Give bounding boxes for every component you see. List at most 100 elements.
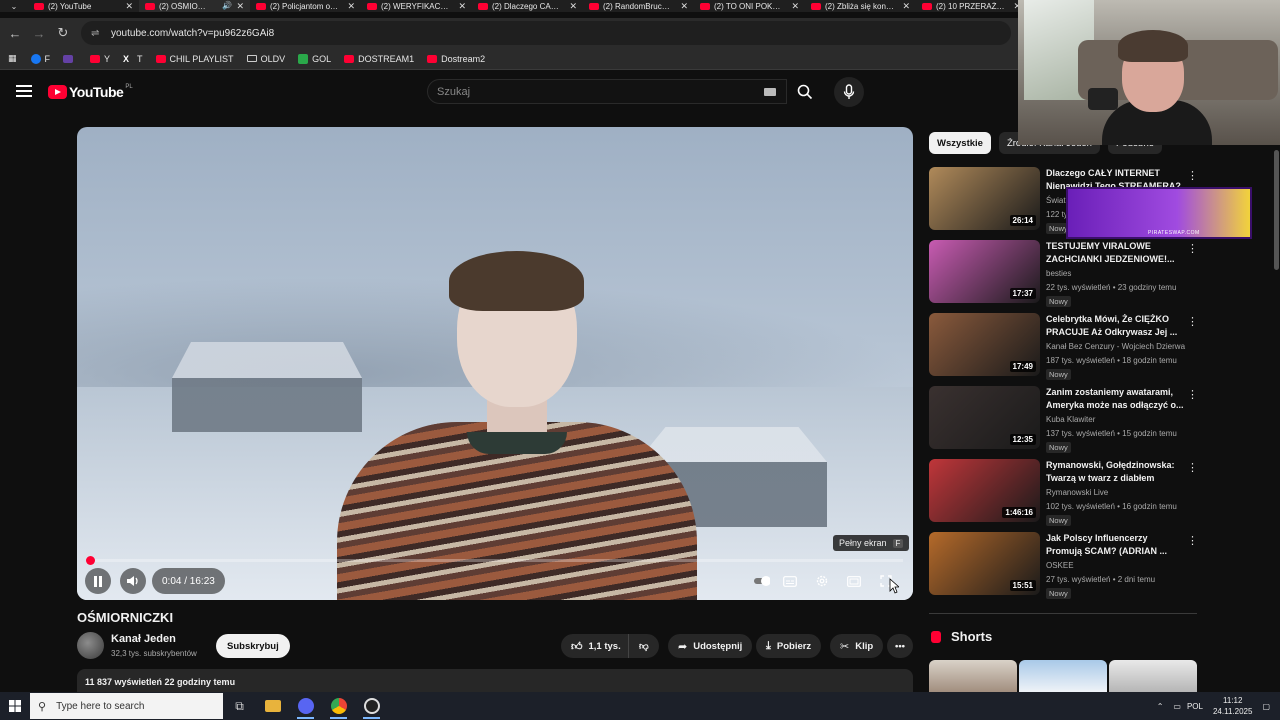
task-view-icon[interactable]: ⧉ xyxy=(223,692,256,720)
chrome-app-icon[interactable] xyxy=(322,692,355,720)
voice-search-button[interactable] xyxy=(834,77,864,107)
chip-all[interactable]: Wszystkie xyxy=(929,132,991,154)
more-vertical-icon[interactable]: ⋮ xyxy=(1187,461,1198,474)
site-info-icon[interactable]: ⇌ xyxy=(91,28,105,39)
video-thumbnail[interactable]: 15:51 xyxy=(929,532,1040,595)
recommendation-item[interactable]: 17:49 Celebrytka Mówi, Że CIĘŻKO PRACUJE … xyxy=(929,313,1199,380)
recommendation-channel[interactable]: Świat xyxy=(1046,196,1066,205)
volume-button[interactable] xyxy=(120,568,146,594)
bookmark-chil-playlist[interactable]: CHIL PLAYLIST xyxy=(155,54,234,64)
reload-icon[interactable]: ↻ xyxy=(51,21,75,45)
video-thumbnail[interactable]: 17:49 xyxy=(929,313,1040,376)
audio-playing-icon[interactable]: 🔊 xyxy=(222,0,232,12)
close-tab-icon[interactable]: ✕ xyxy=(347,0,355,12)
taskbar-search-input[interactable]: ⚲ Type here to search xyxy=(30,693,223,719)
recommendation-title[interactable]: Celebrytka Mówi, Że CIĘŻKO PRACUJE Aż Od… xyxy=(1046,313,1184,339)
short-thumbnail[interactable] xyxy=(1109,660,1197,693)
browser-tab-active[interactable]: (2) OŚMIORNICZKI🔊✕ xyxy=(139,0,250,12)
more-vertical-icon[interactable]: ⋮ xyxy=(1187,169,1198,182)
video-player[interactable] xyxy=(77,127,913,600)
clock[interactable]: 11:12 24.11.2025 xyxy=(1213,695,1252,717)
recommendation-title[interactable]: TESTUJEMY VIRALOWE ZACHCIANKI JEDZENIOWE… xyxy=(1046,240,1184,266)
recommendation-item[interactable]: 12:35 Zanim zostaniemy awatarami, Ameryka… xyxy=(929,386,1199,453)
browser-tab[interactable]: (2) Policjantom o… ✕ xyxy=(250,0,361,12)
recommendation-channel[interactable]: Rymanowski Live xyxy=(1046,488,1108,497)
video-thumbnail[interactable]: 1:46:16 xyxy=(929,459,1040,522)
close-tab-icon[interactable]: ✕ xyxy=(902,0,910,12)
recommendation-title[interactable]: Zanim zostaniemy awatarami, Ameryka może… xyxy=(1046,386,1184,412)
obs-app-icon[interactable] xyxy=(355,692,388,720)
close-tab-icon[interactable]: ✕ xyxy=(680,0,688,12)
recommendation-item[interactable]: 15:51 Jak Polscy Influencerzy Promują SCA… xyxy=(929,532,1199,599)
bookmark-f[interactable]: F xyxy=(30,53,50,64)
browser-tab[interactable]: (2) Zbliża się kon… ✕ xyxy=(805,0,916,12)
settings-button[interactable] xyxy=(809,568,835,594)
file-explorer-icon[interactable] xyxy=(256,692,289,720)
recommendation-title[interactable]: Jak Polscy Influencerzy Promują SCAM? (A… xyxy=(1046,532,1184,558)
bookmark-dostream2[interactable]: Dostream2 xyxy=(427,54,485,64)
bookmark-gol[interactable]: GOL xyxy=(298,53,331,64)
short-thumbnail[interactable] xyxy=(929,660,1017,693)
browser-tab[interactable]: (2) YouTube ✕ xyxy=(28,0,139,12)
recommendation-title[interactable]: Rymanowski, Gołędzinowska: Twarzą w twar… xyxy=(1046,459,1184,485)
keyboard-icon[interactable] xyxy=(764,88,776,96)
bookmark-oldv[interactable]: OLDV xyxy=(246,54,285,64)
clip-button[interactable]: ✂ Klip xyxy=(830,634,884,658)
autoplay-toggle[interactable] xyxy=(749,568,775,594)
channel-avatar[interactable] xyxy=(77,632,104,659)
browser-tab[interactable]: (2) RandomBruce… ✕ xyxy=(583,0,694,12)
subtitles-button[interactable] xyxy=(777,568,803,594)
recommendation-channel[interactable]: OSKEE xyxy=(1046,561,1074,570)
pause-button[interactable] xyxy=(85,568,111,594)
bookmark-t[interactable]: XT xyxy=(123,54,143,64)
download-button[interactable]: ⤓ Pobierz xyxy=(756,634,822,658)
close-tab-icon[interactable]: ✕ xyxy=(458,0,466,12)
back-arrow-icon[interactable]: ← xyxy=(3,21,27,45)
miniplayer-button[interactable] xyxy=(841,568,867,594)
url-field[interactable]: ⇌ youtube.com/watch?v=pu962z6GAi8 xyxy=(81,21,1011,45)
search-input[interactable]: Szukaj xyxy=(427,79,787,104)
channel-name[interactable]: Kanał Jeden xyxy=(111,633,176,645)
discord-app-icon[interactable] xyxy=(289,692,322,720)
recommendation-item[interactable]: 1:46:16 Rymanowski, Gołędzinowska: Twarzą… xyxy=(929,459,1199,526)
more-vertical-icon[interactable]: ⋮ xyxy=(1187,388,1198,401)
chevron-up-icon[interactable]: ⌃ xyxy=(1157,702,1164,711)
more-vertical-icon[interactable]: ⋮ xyxy=(1187,242,1198,255)
page-scrollbar[interactable] xyxy=(1274,150,1279,270)
video-thumbnail[interactable]: 12:35 xyxy=(929,386,1040,449)
dislike-button[interactable]: 👎︎ xyxy=(628,634,659,658)
more-actions-button[interactable]: ••• xyxy=(887,634,913,658)
search-button[interactable] xyxy=(787,79,823,104)
tab-search-icon[interactable]: ⌄ xyxy=(0,0,28,12)
recommendation-item[interactable]: 17:37 TESTUJEMY VIRALOWE ZACHCIANKI JEDZE… xyxy=(929,240,1199,307)
menu-hamburger-icon[interactable] xyxy=(16,85,32,97)
recommendation-channel[interactable]: Kuba Klawiter xyxy=(1046,415,1095,424)
close-tab-icon[interactable]: ✕ xyxy=(236,0,244,12)
close-tab-icon[interactable]: ✕ xyxy=(791,0,799,12)
video-thumbnail[interactable]: 17:37 xyxy=(929,240,1040,303)
video-thumbnail[interactable]: 26:14 xyxy=(929,167,1040,230)
notifications-icon[interactable]: ▢ xyxy=(1262,702,1270,711)
browser-tab[interactable]: (2) 10 PRZERAŻA…✕ xyxy=(916,0,1027,12)
apps-grid-icon[interactable]: ▦ xyxy=(8,53,17,64)
bookmark-y[interactable]: Y xyxy=(90,54,110,64)
progress-bar[interactable] xyxy=(86,556,903,565)
like-button[interactable]: 👍︎ 1,1 tys. xyxy=(561,634,633,658)
subscribe-button[interactable]: Subskrybuj xyxy=(216,634,290,658)
language-indicator[interactable]: POL xyxy=(1187,702,1203,711)
short-thumbnail[interactable] xyxy=(1019,660,1107,693)
browser-tab[interactable]: (2) Dlaczego CAŁY… ✕ xyxy=(472,0,583,12)
recommendation-channel[interactable]: Kanał Bez Cenzury - Wojciech Dzierwa xyxy=(1046,342,1185,351)
share-button[interactable]: ➦ Udostępnij xyxy=(668,634,753,658)
more-vertical-icon[interactable]: ⋮ xyxy=(1187,315,1198,328)
start-button[interactable] xyxy=(0,692,30,720)
youtube-logo[interactable]: YouTube PL xyxy=(48,84,133,100)
close-tab-icon[interactable]: ✕ xyxy=(125,0,133,12)
recommendation-channel[interactable]: besties xyxy=(1046,269,1071,278)
bookmark-twitch[interactable] xyxy=(63,54,77,63)
forward-arrow-icon[interactable]: → xyxy=(27,21,51,45)
more-vertical-icon[interactable]: ⋮ xyxy=(1187,534,1198,547)
bookmark-dostream1[interactable]: DOSTREAM1 xyxy=(344,54,414,64)
browser-tab[interactable]: (2) WERYFIKACJA… ✕ xyxy=(361,0,472,12)
video-description-box[interactable]: 11 837 wyświetleń 22 godziny temu xyxy=(77,669,913,693)
